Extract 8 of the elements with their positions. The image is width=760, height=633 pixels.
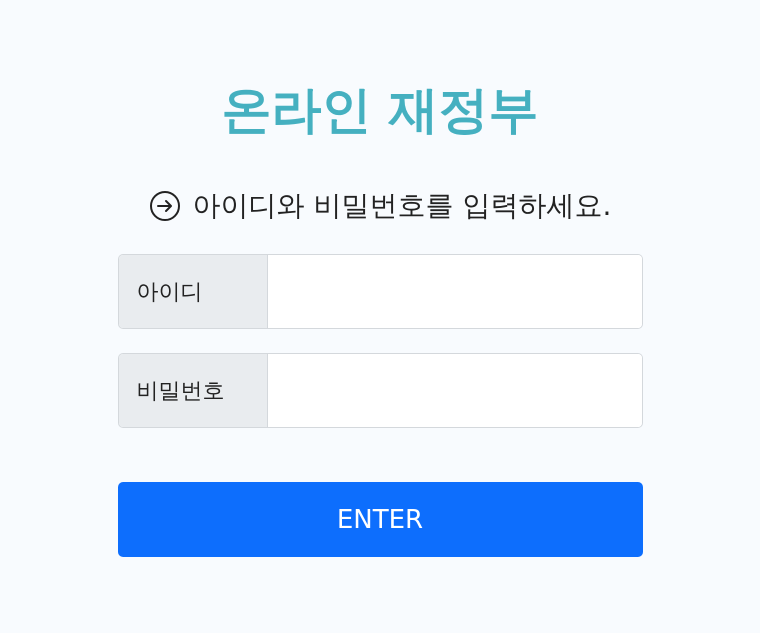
input-field[interactable]: 아이디 <box>118 254 642 329</box>
instruction-text: 아이디와 비밀번호를 입력하세요. <box>192 188 612 224</box>
enter-button[interactable]: ENTER <box>118 482 642 557</box>
field-label: 비밀번호 <box>118 354 268 427</box>
arrow-circle-icon <box>148 190 181 222</box>
field-label: 아이디 <box>118 255 268 328</box>
input-field[interactable]: 비밀번호 <box>118 353 642 428</box>
page-title: 온라인 재정부 <box>221 80 539 141</box>
